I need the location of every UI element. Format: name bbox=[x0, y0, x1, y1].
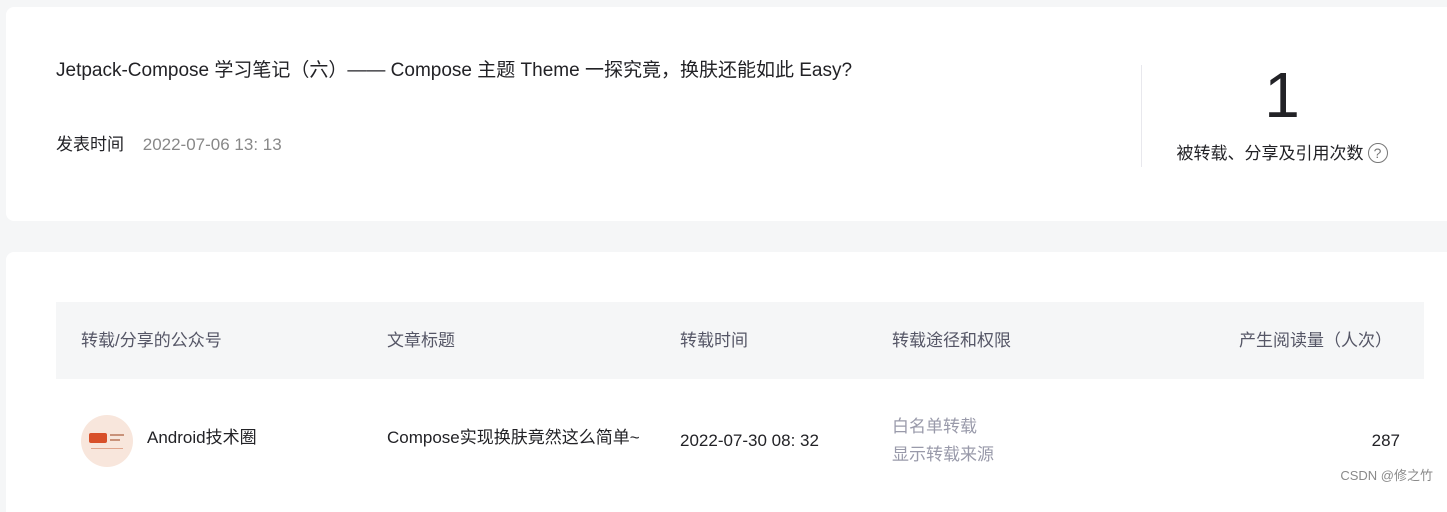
header-repost-time: 转载时间 bbox=[680, 331, 748, 350]
header-route: 转载途径和权限 bbox=[892, 331, 1011, 350]
publish-time: 2022-07-06 13: 13 bbox=[142, 135, 282, 154]
header-article-title: 文章标题 bbox=[387, 331, 455, 350]
table-row: Android技术圈 Compose实现换肤竟然这么简单~ 2022-07-30… bbox=[56, 379, 1424, 509]
article-summary-card: Jetpack-Compose 学习笔记（六）—— Compose 主题 The… bbox=[6, 7, 1447, 221]
read-count: 287 bbox=[1371, 431, 1400, 450]
repost-count-label: 被转载、分享及引用次数 bbox=[1176, 144, 1364, 163]
watermark: CSDN @修之竹 bbox=[1340, 468, 1433, 483]
account-name[interactable]: Android技术圈 bbox=[147, 426, 257, 450]
route-show-source: 显示转载来源 bbox=[892, 445, 994, 464]
header-reads: 产生阅读量（人次） bbox=[1239, 331, 1392, 350]
header-account: 转载/分享的公众号 bbox=[81, 331, 222, 350]
table-header: 转载/分享的公众号 文章标题 转载时间 转载途径和权限 产生阅读量（人次） bbox=[56, 302, 1424, 379]
question-circle-icon[interactable]: ? bbox=[1367, 142, 1388, 163]
article-title-link[interactable]: Compose实现换肤竟然这么简单~ bbox=[387, 426, 640, 450]
publish-info: 发表时间 2022-07-06 13: 13 bbox=[56, 133, 282, 157]
repost-time: 2022-07-30 08: 32 bbox=[680, 431, 819, 450]
article-title[interactable]: Jetpack-Compose 学习笔记（六）—— Compose 主题 The… bbox=[56, 57, 876, 85]
repost-count-label-row: 被转载、分享及引用次数? bbox=[1142, 141, 1422, 167]
avatar[interactable] bbox=[81, 415, 133, 467]
publish-label: 发表时间 bbox=[56, 135, 124, 154]
repost-table-card: 转载/分享的公众号 文章标题 转载时间 转载途径和权限 产生阅读量（人次） An… bbox=[6, 252, 1447, 512]
repost-count: 1 bbox=[1264, 59, 1300, 131]
route-whitelist: 白名单转载 bbox=[892, 417, 977, 436]
